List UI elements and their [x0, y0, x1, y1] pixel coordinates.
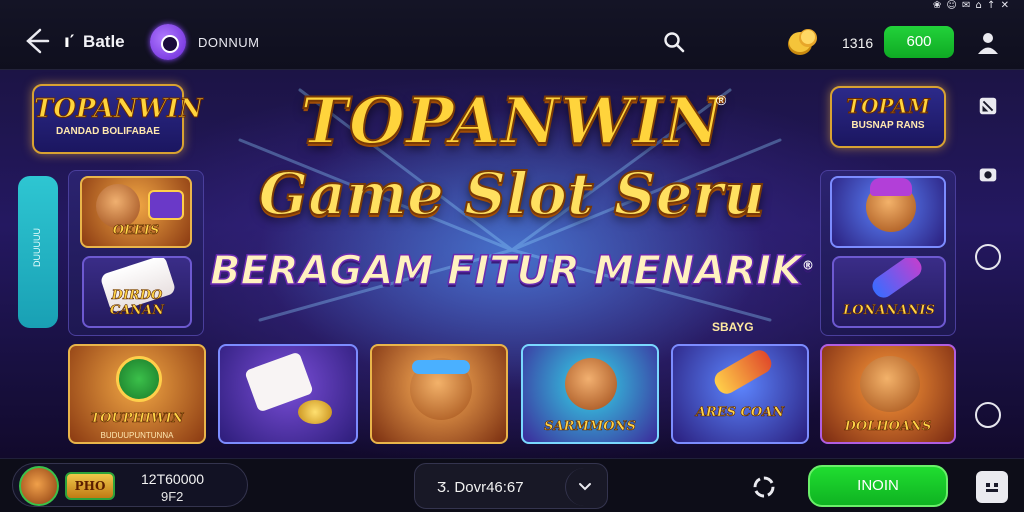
- gold-coins-icon: [298, 400, 332, 424]
- game-tile-label: TOUPHIWIN: [90, 411, 184, 427]
- registered-mark: ®: [716, 92, 727, 108]
- back-button[interactable]: [18, 24, 52, 58]
- camera-button[interactable]: [970, 156, 1006, 192]
- hero-tagline-text: BERAGAM FITUR MENARIK: [209, 247, 803, 295]
- game-tile-topanwin[interactable]: TOUPHIWIN BUDUUPUNTUNNA: [68, 344, 206, 444]
- avatar: [19, 466, 59, 506]
- deposit-button[interactable]: 600: [884, 26, 954, 58]
- balance-amount: 12T60000: [141, 471, 205, 487]
- game-tile-lion-coins[interactable]: OEEIS: [80, 176, 192, 248]
- lion-mascot-icon: [96, 184, 140, 228]
- hero-headline: TOPANWIN: [299, 83, 724, 160]
- side-drawer-tab[interactable]: DUUUUU: [18, 176, 58, 328]
- game-tile-cap-tiger[interactable]: [830, 176, 946, 248]
- title-glyph: ı′: [64, 32, 75, 52]
- game-tile-sarmmons[interactable]: SARMMONS: [521, 344, 659, 444]
- page-title-text: Batle: [83, 32, 125, 51]
- game-tile-label: LONANANIS: [843, 303, 935, 319]
- game-tile-sublabel: BUDUUPUNTUNNA: [100, 431, 174, 440]
- hero-small-note: SBAYG: [712, 320, 754, 334]
- coin-balance: 1316: [842, 35, 874, 51]
- option-button-2[interactable]: [975, 402, 1001, 428]
- game-tile-label: ARES COAN: [695, 405, 785, 421]
- tagline-registered-mark: ®: [802, 258, 815, 273]
- cap-icon: [870, 178, 912, 196]
- dropdown-toggle[interactable]: [565, 468, 603, 506]
- expand-button[interactable]: [970, 88, 1006, 124]
- game-tile-label: SARMMONS: [544, 419, 636, 435]
- game-tile-ares-coan[interactable]: ARES COAN: [671, 344, 809, 444]
- bottom-bar: PHO 12T60000 9F2 Ӡ. Dovr46:67 INOIN: [0, 458, 1024, 512]
- refresh-button[interactable]: [748, 471, 780, 503]
- emblem-icon: [116, 356, 162, 402]
- side-drawer-label: DUUUUU: [32, 228, 42, 267]
- lion-mascot-icon: [860, 356, 920, 412]
- goggles-icon: [412, 360, 470, 374]
- search-icon: [664, 32, 685, 53]
- option-button-1[interactable]: [975, 244, 1001, 270]
- game-tile-aviator-lion[interactable]: [370, 344, 508, 444]
- arrow-left-icon: [26, 28, 50, 54]
- game-tile-cards-coins[interactable]: [218, 344, 358, 444]
- game-tile-label: DIRDO CANAN: [109, 288, 165, 319]
- brand-logo-icon[interactable]: [150, 24, 186, 60]
- menu-button[interactable]: [976, 471, 1008, 503]
- session-timer-dropdown[interactable]: Ӡ. Dovr46:67: [414, 463, 608, 509]
- menu-icon: [986, 483, 998, 492]
- game-banner: TOPANWIN DANDAD BOLIFABAE TOPAM BUSNAP R…: [0, 70, 1024, 458]
- page-title: ı′ Batle: [64, 32, 125, 52]
- top-bar: ❀ ☺ ✉ ⌂ ↑ ✕ ı′ Batle DONNUM 1316 600: [0, 0, 1024, 70]
- game-tile-cards[interactable]: DIRDO CANAN: [82, 256, 192, 328]
- chevron-down-icon: [579, 483, 591, 491]
- game-tile-tube[interactable]: LONANANIS: [832, 256, 946, 328]
- join-button[interactable]: INOIN: [808, 465, 948, 507]
- sunglasses-mascot-icon: [565, 358, 617, 410]
- player-card[interactable]: PHO 12T60000 9F2: [12, 463, 248, 507]
- game-tile-label: OEEIS: [112, 223, 160, 239]
- brand-name: DONNUM: [198, 35, 260, 50]
- right-toolbar: [964, 70, 1014, 458]
- level-badge: PHO: [65, 472, 115, 500]
- refresh-icon: [753, 476, 775, 498]
- expand-icon: [979, 97, 997, 115]
- rocket-tube-icon: [711, 346, 775, 398]
- game-tile-label: DOLHOANS: [844, 419, 932, 435]
- coin-stack-icon: [788, 29, 817, 55]
- coin-box-icon: [148, 190, 184, 220]
- search-button[interactable]: [662, 30, 686, 54]
- session-timer-text: Ӡ. Dovr46:67: [437, 479, 524, 496]
- user-icon: [978, 33, 998, 54]
- tube-icon: [868, 258, 926, 302]
- profile-button[interactable]: [972, 27, 1004, 59]
- camera-icon: [979, 168, 997, 182]
- game-tile-dolhoans[interactable]: DOLHOANS: [820, 344, 956, 444]
- balance-secondary: 9F2: [161, 489, 184, 504]
- system-status-icons: ❀ ☺ ✉ ⌂ ↑ ✕: [932, 0, 1010, 11]
